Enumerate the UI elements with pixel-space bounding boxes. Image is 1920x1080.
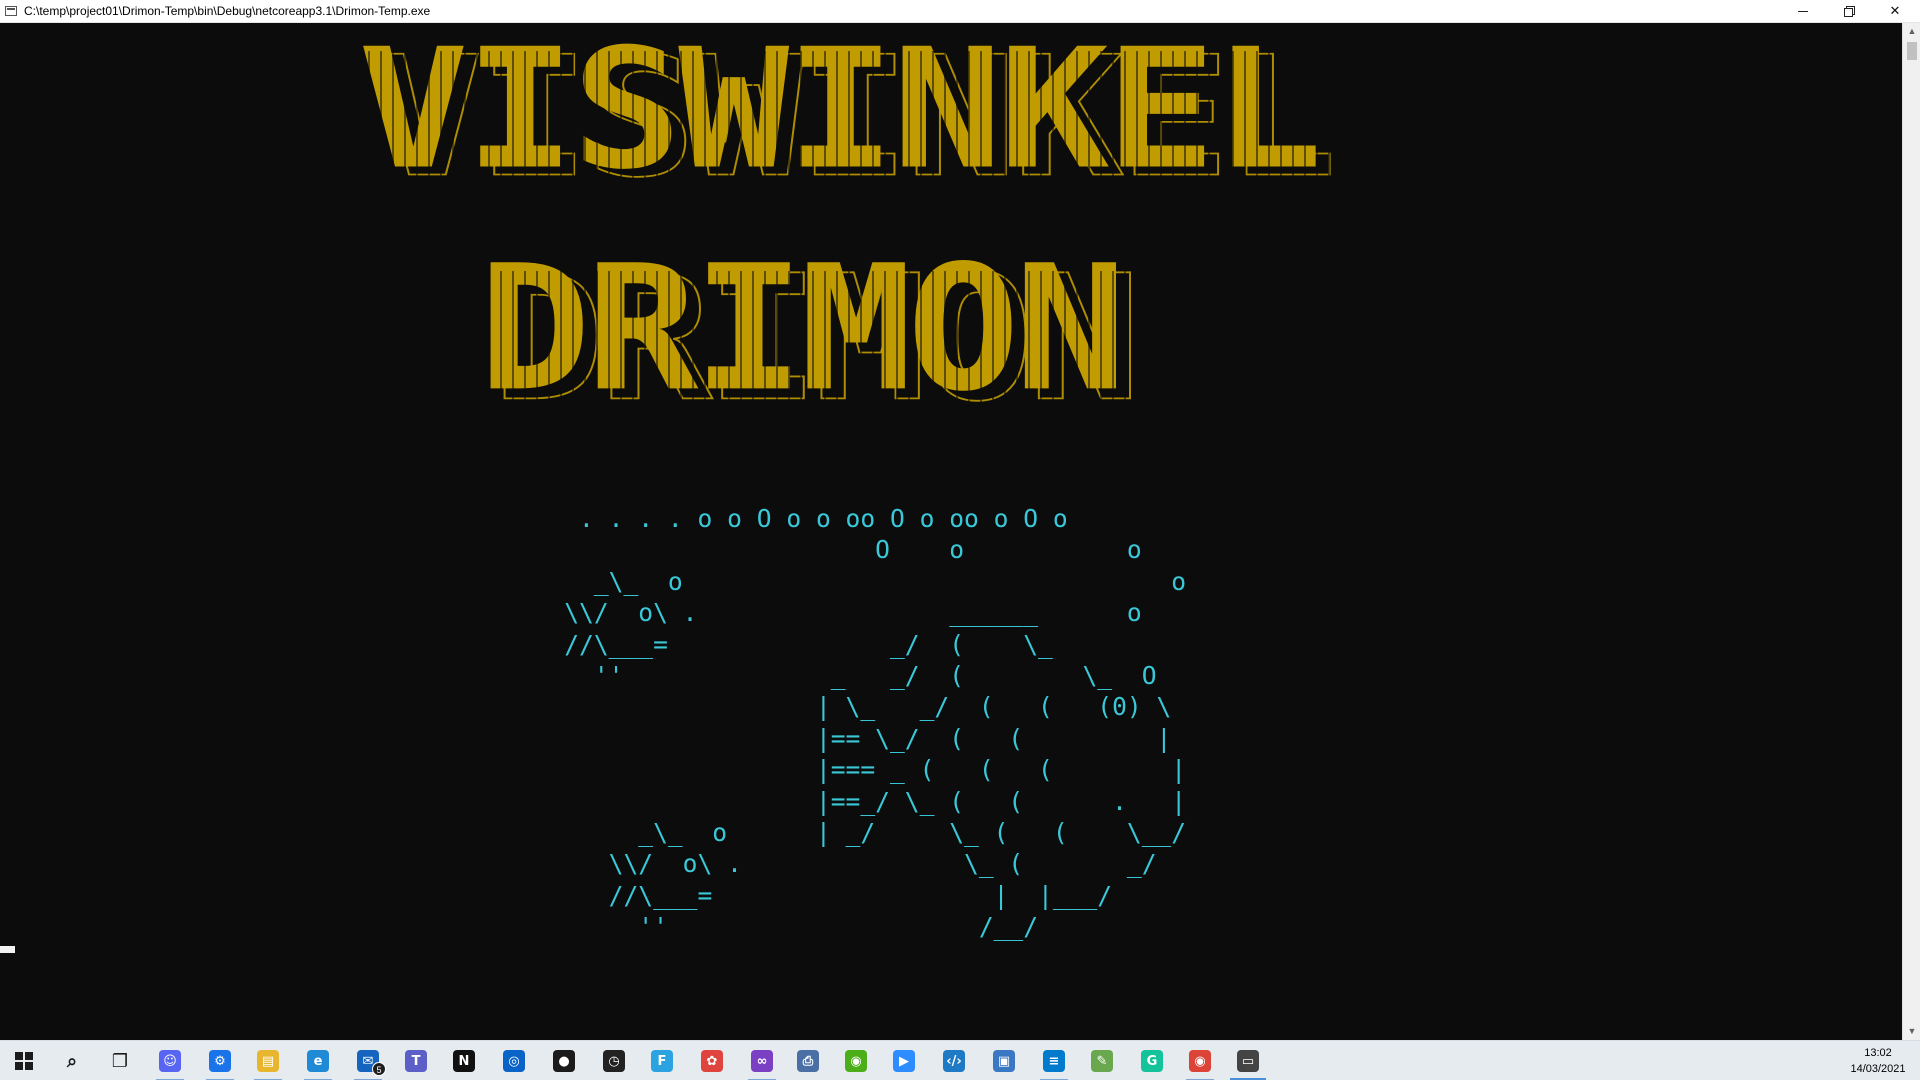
search-icon: ⌕ (66, 1050, 78, 1072)
minimize-button[interactable] (1780, 0, 1826, 22)
vscode-icon: ≡ (1043, 1050, 1065, 1072)
timer-icon: ◷ (603, 1050, 625, 1072)
start-button[interactable] (0, 1041, 48, 1080)
fiddler-app[interactable]: F (638, 1041, 686, 1080)
fiddler-icon: F (651, 1050, 673, 1072)
netflix-icon: N (453, 1050, 475, 1072)
windows-icon (15, 1052, 33, 1070)
github-app[interactable]: ● (540, 1041, 588, 1080)
task-view-button[interactable]: ❐ (96, 1041, 144, 1080)
visual-studio-icon: ∞ (751, 1050, 773, 1072)
close-icon: ✕ (1889, 3, 1901, 18)
window-title: C:\temp\project01\Drimon-Temp\bin\Debug\… (24, 4, 431, 18)
console-icon: ▭ (1237, 1050, 1259, 1072)
settings-app[interactable]: ⚙ (196, 1041, 244, 1080)
grammarly-app[interactable]: G (1128, 1041, 1176, 1080)
printer-icon: ⎙ (797, 1050, 819, 1072)
discord-icon: ☺ (159, 1050, 181, 1072)
scroll-thumb[interactable] (1907, 42, 1917, 60)
nvidia-app[interactable]: ◉ (832, 1041, 880, 1080)
search-button[interactable]: ⌕ (48, 1041, 96, 1080)
scroll-down-arrow-icon[interactable]: ▼ (1903, 1023, 1920, 1040)
clock-time: 13:02 (1864, 1047, 1892, 1059)
restore-icon (1844, 6, 1855, 17)
zoom-app[interactable]: ▶ (880, 1041, 928, 1080)
chrome-icon: ◉ (1189, 1050, 1211, 1072)
banner-line-2: DRIMON (478, 228, 1127, 430)
edge-icon: e (307, 1050, 329, 1072)
netflix-app[interactable]: N (440, 1041, 488, 1080)
timer-app[interactable]: ◷ (590, 1041, 638, 1080)
console-output[interactable]: VISWINKEL VISWINKEL DRIMON DRIMON . . . … (0, 23, 1902, 1040)
text-cursor (0, 946, 15, 953)
notepad-icon: ✎ (1091, 1050, 1113, 1072)
scroll-up-arrow-icon[interactable]: ▲ (1903, 23, 1920, 40)
mail-app[interactable]: ✉ 5 (344, 1041, 392, 1080)
discord-app[interactable]: ☺ (146, 1041, 194, 1080)
fish-ascii-art: . . . . o o O o o oo O o oo o O o O o o … (564, 504, 1187, 942)
window-icon: ▣ (993, 1050, 1015, 1072)
console-app[interactable]: ▭ (1224, 1041, 1272, 1080)
code-icon: ‹/› (943, 1050, 965, 1072)
printer-app[interactable]: ⎙ (784, 1041, 832, 1080)
grammarly-icon: G (1141, 1050, 1163, 1072)
camera-app[interactable]: ◎ (490, 1041, 538, 1080)
banner-line-1: VISWINKEL (358, 23, 1323, 207)
vscode-app[interactable]: ≡ (1030, 1041, 1078, 1080)
task-view-icon: ❐ (111, 1050, 129, 1072)
file-explorer-app[interactable]: ▤ (244, 1041, 292, 1080)
window-title-bar[interactable]: C:\temp\project01\Drimon-Temp\bin\Debug\… (0, 0, 1920, 23)
notepad-app[interactable]: ✎ (1078, 1041, 1126, 1080)
paint-app[interactable]: ✿ (688, 1041, 736, 1080)
window-app[interactable]: ▣ (980, 1041, 1028, 1080)
mail-unread-badge: 5 (372, 1062, 386, 1076)
github-icon: ● (553, 1050, 575, 1072)
folder-icon: ▤ (257, 1050, 279, 1072)
clock-date: 14/03/2021 (1850, 1063, 1906, 1075)
teams-app[interactable]: T (392, 1041, 440, 1080)
paint-icon: ✿ (701, 1050, 723, 1072)
console-app-icon (5, 6, 17, 16)
code-editor-app[interactable]: ‹/› (930, 1041, 978, 1080)
system-clock[interactable]: 13:02 14/03/2021 (1840, 1045, 1916, 1077)
restore-button[interactable] (1826, 0, 1872, 22)
gear-icon: ⚙ (209, 1050, 231, 1072)
edge-app[interactable]: e (294, 1041, 342, 1080)
taskbar: ⌕ ❐ ☺ ⚙ ▤ e ✉ 5 T N ◎ ● ◷ F ✿ ∞ ⎙ ◉ ▶ ‹/› ▣ ≡ ✎ G ◉ ▭ 13:02 14/03/2… (0, 1040, 1920, 1080)
teams-icon: T (405, 1050, 427, 1072)
close-button[interactable]: ✕ (1872, 0, 1918, 22)
visual-studio-app[interactable]: ∞ (738, 1041, 786, 1080)
chrome-app[interactable]: ◉ (1176, 1041, 1224, 1080)
zoom-icon: ▶ (893, 1050, 915, 1072)
vertical-scrollbar[interactable]: ▲ ▼ (1902, 23, 1920, 1040)
nvidia-icon: ◉ (845, 1050, 867, 1072)
camera-icon: ◎ (503, 1050, 525, 1072)
minimize-icon (1798, 10, 1808, 12)
